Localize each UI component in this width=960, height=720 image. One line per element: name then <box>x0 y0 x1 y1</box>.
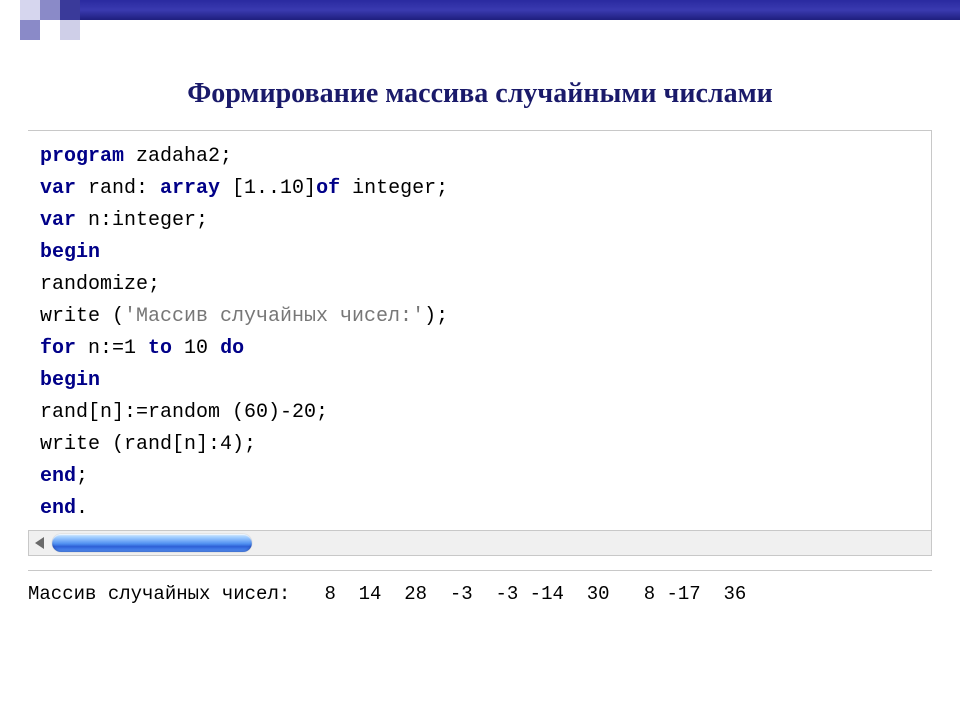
code-token-id: write (rand[n]:4); <box>40 433 256 456</box>
horizontal-scrollbar[interactable] <box>28 530 932 556</box>
header-decoration <box>0 0 960 40</box>
code-token-kw: var <box>40 209 76 232</box>
code-token-id: integer; <box>340 177 448 200</box>
code-token-id: randomize; <box>40 273 160 296</box>
code-token-id: n:=1 <box>76 337 148 360</box>
decor-square <box>60 20 80 40</box>
code-token-kw: end <box>40 465 76 488</box>
code-token-kw: to <box>148 337 172 360</box>
header-bar <box>80 0 960 20</box>
code-token-id: . <box>76 497 88 520</box>
code-line: for n:=1 to 10 do <box>40 333 919 365</box>
code-line: var n:integer; <box>40 205 919 237</box>
code-token-kw: program <box>40 145 124 168</box>
code-line: write ('Массив случайных чисел:'); <box>40 301 919 333</box>
code-token-kw: array <box>160 177 220 200</box>
code-token-id: 10 <box>172 337 220 360</box>
page-title: Формирование массива случайными числами <box>0 78 960 110</box>
code-token-id: ); <box>424 305 448 328</box>
scroll-left-arrow-icon[interactable] <box>35 537 44 549</box>
code-token-id: zadaha2; <box>124 145 232 168</box>
code-line: rand[n]:=random (60)-20; <box>40 397 919 429</box>
program-output: Массив случайных чисел: 8 14 28 -3 -3 -1… <box>28 583 932 605</box>
code-token-id: write ( <box>40 305 124 328</box>
code-token-kw: begin <box>40 241 100 264</box>
decor-square <box>20 20 40 40</box>
code-line: end. <box>40 493 919 525</box>
code-line: end; <box>40 461 919 493</box>
code-token-id: rand: <box>76 177 160 200</box>
scrollbar-thumb[interactable] <box>52 534 252 552</box>
code-line: randomize; <box>40 269 919 301</box>
code-token-kw: do <box>220 337 244 360</box>
code-line: begin <box>40 365 919 397</box>
decor-square <box>60 0 80 20</box>
code-token-kw: for <box>40 337 76 360</box>
code-line: program zadaha2; <box>40 141 919 173</box>
code-token-str: 'Массив случайных чисел:' <box>124 305 424 328</box>
code-line: write (rand[n]:4); <box>40 429 919 461</box>
code-token-id: rand[n]:=random (60)-20; <box>40 401 328 424</box>
code-token-kw: var <box>40 177 76 200</box>
divider <box>28 570 932 571</box>
decor-square <box>40 0 60 20</box>
code-token-id: n:integer; <box>76 209 208 232</box>
code-token-kw: end <box>40 497 76 520</box>
decor-square <box>20 0 40 20</box>
code-editor[interactable]: program zadaha2;var rand: array [1..10]o… <box>28 130 932 530</box>
code-line: var rand: array [1..10]of integer; <box>40 173 919 205</box>
code-token-id: [1..10] <box>220 177 316 200</box>
code-token-kw: begin <box>40 369 100 392</box>
code-token-id: ; <box>76 465 88 488</box>
code-token-kw: of <box>316 177 340 200</box>
code-line: begin <box>40 237 919 269</box>
